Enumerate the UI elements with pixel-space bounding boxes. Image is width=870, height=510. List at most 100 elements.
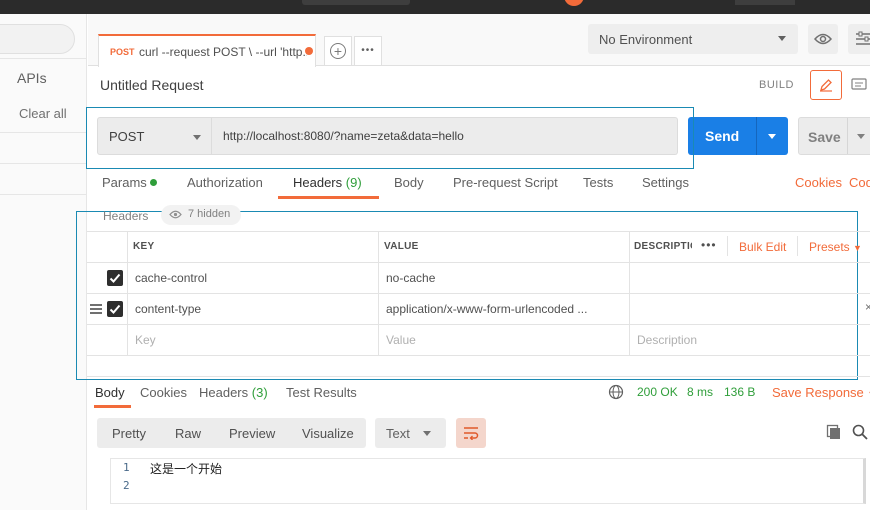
- table-border: [87, 324, 870, 325]
- table-border: [87, 262, 870, 263]
- comments-button[interactable]: [846, 70, 870, 100]
- header-value-field[interactable]: application/x-www-form-urlencoded ...: [386, 302, 587, 316]
- response-tab-test-results[interactable]: Test Results: [286, 385, 357, 400]
- response-body-editor[interactable]: [110, 458, 866, 504]
- line-number: 2: [123, 479, 130, 492]
- pencil-icon: [820, 79, 832, 92]
- tab-body[interactable]: Body: [394, 175, 424, 190]
- response-headers-count: (3): [251, 385, 268, 400]
- environment-value: No Environment: [599, 32, 693, 47]
- view-pretty-button[interactable]: Pretty: [112, 426, 146, 441]
- highlight-box-url: [86, 107, 694, 169]
- more-tabs-button[interactable]: •••: [354, 36, 382, 66]
- column-header-value: VALUE: [384, 241, 419, 252]
- view-preview-button[interactable]: Preview: [229, 426, 275, 441]
- tab-label: Headers: [199, 385, 249, 400]
- title-bar: [0, 0, 870, 14]
- save-label: Save: [808, 129, 841, 145]
- response-tab-headers[interactable]: Headers (3): [199, 385, 268, 400]
- status-code[interactable]: 200 OK: [637, 385, 678, 399]
- tab-authorization[interactable]: Authorization: [187, 175, 263, 190]
- delete-row-icon[interactable]: ×: [865, 300, 870, 314]
- divider: [727, 236, 728, 256]
- divider: [0, 58, 87, 59]
- save-button[interactable]: Save: [798, 117, 870, 155]
- code-link[interactable]: Code: [849, 175, 870, 190]
- header-enabled-checkbox[interactable]: [107, 270, 123, 286]
- divider: [0, 194, 87, 195]
- drag-handle-icon[interactable]: [90, 304, 102, 314]
- header-key-field[interactable]: content-type: [135, 302, 201, 316]
- title-bar-segment: [302, 0, 410, 5]
- sidebar-item-apis[interactable]: APIs: [17, 70, 47, 86]
- edit-button[interactable]: [810, 70, 842, 100]
- check-icon: [109, 304, 121, 314]
- more-options-icon[interactable]: •••: [701, 238, 717, 252]
- copy-icon[interactable]: [826, 424, 842, 443]
- send-options-chevron-icon[interactable]: [768, 134, 776, 139]
- tab-tests[interactable]: Tests: [583, 175, 613, 190]
- tab-title: curl --request POST \ --url 'http...: [139, 45, 307, 59]
- response-body-line: 这是一个开始: [150, 462, 223, 476]
- hidden-headers-toggle[interactable]: 7 hidden: [161, 205, 241, 225]
- manage-environments-button[interactable]: [848, 24, 870, 54]
- unsaved-dot-icon: [305, 47, 313, 55]
- divider: [797, 236, 798, 256]
- cookies-link[interactable]: Cookies: [795, 175, 842, 190]
- wrap-lines-button[interactable]: [456, 418, 486, 448]
- save-options-chevron-icon[interactable]: [857, 134, 865, 139]
- new-tab-button[interactable]: +: [324, 36, 352, 66]
- save-response-label: Save Response: [772, 385, 864, 400]
- headers-section-title: Headers: [103, 209, 149, 223]
- view-raw-button[interactable]: Raw: [175, 426, 201, 441]
- eye-icon: [169, 210, 182, 219]
- format-select[interactable]: Text: [375, 418, 446, 448]
- table-border: [87, 355, 870, 356]
- response-size[interactable]: 136 B: [724, 385, 755, 399]
- environment-select[interactable]: No Environment: [588, 24, 798, 54]
- response-time[interactable]: 8 ms: [687, 385, 713, 399]
- new-value-input[interactable]: Value: [386, 333, 416, 347]
- divider: [847, 118, 848, 154]
- active-tab-indicator: [94, 405, 131, 408]
- send-label: Send: [705, 128, 740, 144]
- format-value: Text: [386, 426, 410, 441]
- new-description-input[interactable]: Description: [637, 333, 697, 347]
- sync-status-icon[interactable]: [564, 0, 584, 6]
- header-enabled-checkbox[interactable]: [107, 301, 123, 317]
- response-tab-cookies[interactable]: Cookies: [140, 385, 187, 400]
- header-value-field[interactable]: no-cache: [386, 271, 435, 285]
- pane-divider[interactable]: [87, 376, 870, 377]
- sidebar-search-input[interactable]: [0, 24, 75, 54]
- build-mode-label[interactable]: BUILD: [759, 79, 794, 91]
- active-dot-icon: [149, 179, 157, 186]
- view-visualize-button[interactable]: Visualize: [302, 426, 354, 441]
- tab-params[interactable]: Params: [102, 175, 157, 190]
- header-key-field[interactable]: cache-control: [135, 271, 207, 285]
- request-tab[interactable]: POST curl --request POST \ --url 'http..…: [98, 34, 316, 67]
- column-header-description: DESCRIPTIO: [634, 241, 692, 252]
- save-response-dropdown[interactable]: Save Response ▼: [772, 385, 870, 400]
- clear-all-link[interactable]: Clear all: [19, 106, 67, 121]
- presets-dropdown[interactable]: Presets ▼: [809, 240, 862, 254]
- wrap-icon: [464, 427, 479, 440]
- search-icon[interactable]: [852, 424, 868, 443]
- line-number: 1: [123, 461, 130, 474]
- response-tab-body[interactable]: Body: [95, 385, 125, 400]
- tab-headers[interactable]: Headers (9): [293, 175, 362, 190]
- title-bar-segment: [735, 0, 795, 5]
- divider: [756, 117, 757, 155]
- request-title[interactable]: Untitled Request: [100, 77, 204, 93]
- column-header-key: KEY: [133, 241, 155, 252]
- table-border: [127, 231, 128, 355]
- new-key-input[interactable]: Key: [135, 333, 156, 347]
- environment-quick-look-button[interactable]: [808, 24, 838, 54]
- eye-icon: [814, 33, 832, 45]
- globe-icon[interactable]: [608, 384, 624, 403]
- bulk-edit-link[interactable]: Bulk Edit: [739, 240, 786, 254]
- tab-settings[interactable]: Settings: [642, 175, 689, 190]
- send-button[interactable]: Send: [688, 117, 788, 155]
- comment-icon: [851, 78, 867, 90]
- tab-prerequest-script[interactable]: Pre-request Script: [453, 175, 558, 190]
- sidebar: APIs Clear all: [0, 14, 87, 510]
